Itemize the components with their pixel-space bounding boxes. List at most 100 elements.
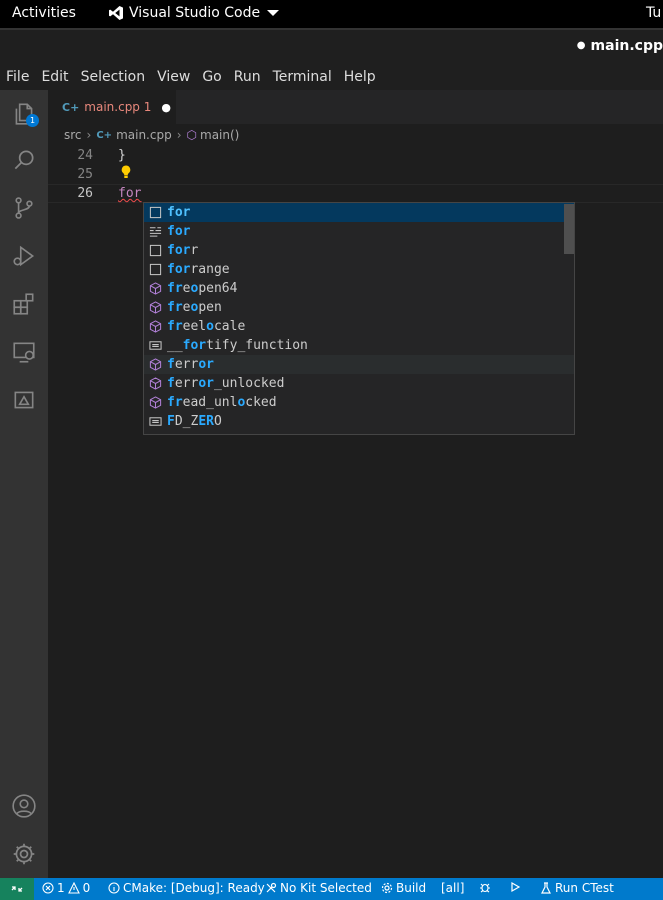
suggestion-item[interactable]: forr: [144, 241, 574, 260]
suggestion-item[interactable]: for: [144, 222, 574, 241]
suggestion-text: pen: [198, 300, 222, 315]
suggestion-item[interactable]: __fortify_function: [144, 336, 574, 355]
suggestion-label: for: [167, 224, 190, 239]
suggestion-text: _unlocked: [213, 376, 285, 391]
suggestion-item[interactable]: ferror: [144, 355, 574, 374]
snippet-icon: [148, 206, 162, 220]
menu-view[interactable]: View: [157, 69, 190, 85]
menu-go[interactable]: Go: [202, 69, 221, 85]
code-line-current[interactable]: for: [118, 186, 141, 201]
suggestion-widget: for for forr forrange freopen64 freopen freelo…: [143, 202, 575, 435]
lightbulb-icon[interactable]: [121, 165, 131, 179]
activity-cmake[interactable]: [0, 376, 48, 424]
activity-manage[interactable]: [0, 830, 48, 878]
menu-edit[interactable]: Edit: [41, 69, 68, 85]
kit-selector[interactable]: No Kit Selected: [265, 881, 372, 895]
menu-run[interactable]: Run: [234, 69, 261, 85]
suggestion-item[interactable]: freopen64: [144, 279, 574, 298]
gear-icon: [13, 843, 35, 865]
suggestion-item[interactable]: freelocale: [144, 317, 574, 336]
suggestion-list: for for forr forrange freopen64 freopen freelo…: [144, 203, 574, 431]
match-highlight: fr: [167, 281, 183, 296]
remote-indicator[interactable]: [0, 878, 34, 900]
tab-main-cpp[interactable]: C+ main.cpp 1 ●: [48, 90, 176, 124]
match-highlight: fr: [167, 319, 183, 334]
suggestion-label: freelocale: [167, 319, 245, 334]
suggestion-text: __: [167, 338, 183, 353]
clock[interactable]: Tu: [646, 5, 661, 21]
activity-run-debug[interactable]: [0, 232, 48, 280]
menu-help[interactable]: Help: [344, 69, 376, 85]
line-number: 26: [77, 186, 93, 201]
extensions-icon: [13, 293, 34, 315]
menu-file[interactable]: File: [6, 69, 29, 85]
suggestion-item[interactable]: fread_unlocked: [144, 393, 574, 412]
cmake-status[interactable]: CMake: [Debug]: Ready: [108, 881, 265, 895]
line-number: 24: [77, 148, 93, 163]
chevron-down-icon: [267, 10, 280, 16]
info-icon: [108, 882, 120, 894]
menu-terminal[interactable]: Terminal: [273, 69, 332, 85]
problems-indicator[interactable]: 1 0: [42, 881, 90, 895]
source-control-icon: [15, 197, 33, 219]
breadcrumb-file[interactable]: main.cpp: [116, 128, 172, 142]
activity-extensions[interactable]: [0, 280, 48, 328]
warning-icon: [67, 882, 80, 894]
match-highlight: for: [167, 224, 191, 239]
debug-button[interactable]: [479, 881, 491, 893]
suggestion-scrollbar[interactable]: [564, 204, 574, 254]
match-highlight: for: [167, 243, 191, 258]
suggestion-item[interactable]: FD_ZERO: [144, 412, 574, 431]
error-count: 1: [57, 881, 65, 895]
suggestion-text: eel: [182, 319, 207, 334]
suggestion-label: freopen64: [167, 281, 237, 296]
match-highlight: or: [198, 357, 214, 372]
activities-button[interactable]: Activities: [12, 5, 76, 21]
method-icon: [148, 396, 162, 410]
menu-selection[interactable]: Selection: [81, 69, 146, 85]
activity-explorer[interactable]: 1: [0, 90, 48, 138]
app-menu[interactable]: Visual Studio Code: [108, 5, 280, 21]
build-button[interactable]: Build: [381, 881, 426, 895]
tab-label: main.cpp 1: [84, 100, 151, 114]
suggestion-item[interactable]: for: [144, 203, 574, 222]
cmake-status-label: CMake: [Debug]: Ready: [123, 881, 265, 895]
suggestion-item[interactable]: forrange: [144, 260, 574, 279]
method-icon: [148, 377, 162, 391]
breadcrumb-folder[interactable]: src: [64, 128, 82, 142]
breadcrumb: src › C+ main.cpp › ⬡ main(): [48, 124, 663, 146]
account-icon: [12, 794, 36, 818]
unsaved-dot-icon[interactable]: ●: [161, 101, 171, 114]
build-target[interactable]: [all]: [441, 881, 464, 895]
suggestion-label: ferror_unlocked: [167, 376, 284, 391]
activity-search[interactable]: [0, 136, 48, 184]
breadcrumb-symbol[interactable]: main(): [200, 128, 239, 142]
suggestion-label: forr: [167, 243, 198, 258]
match-highlight: f: [167, 376, 175, 391]
suggestion-item[interactable]: ferror_unlocked: [144, 374, 574, 393]
warning-count: 0: [82, 881, 91, 895]
suggestion-text: pen64: [198, 281, 238, 296]
explorer-badge: 1: [26, 114, 39, 127]
suggestion-label: freopen: [167, 300, 222, 315]
method-icon: ⬡: [186, 128, 197, 142]
suggestion-label: forrange: [167, 262, 230, 277]
match-highlight: o: [206, 319, 214, 334]
cpp-file-icon: C+: [62, 100, 80, 114]
match-highlight: ER: [198, 414, 214, 429]
snippet-icon: [148, 263, 162, 277]
run-ctest-button[interactable]: Run CTest: [540, 881, 614, 895]
tab-problem-count: 1: [143, 100, 152, 114]
run-button[interactable]: [509, 881, 521, 893]
run-debug-icon: [13, 245, 35, 267]
cpp-file-icon: C+: [96, 129, 113, 141]
code-line[interactable]: }: [118, 148, 126, 163]
activity-remote-explorer[interactable]: [0, 328, 48, 376]
match-highlight: or: [198, 376, 214, 391]
suggestion-item[interactable]: freopen: [144, 298, 574, 317]
play-icon: [511, 881, 521, 893]
activity-source-control[interactable]: [0, 184, 48, 232]
method-icon: [148, 358, 162, 372]
suggestion-label: fread_unlocked: [167, 395, 277, 410]
activity-accounts[interactable]: [0, 782, 48, 830]
